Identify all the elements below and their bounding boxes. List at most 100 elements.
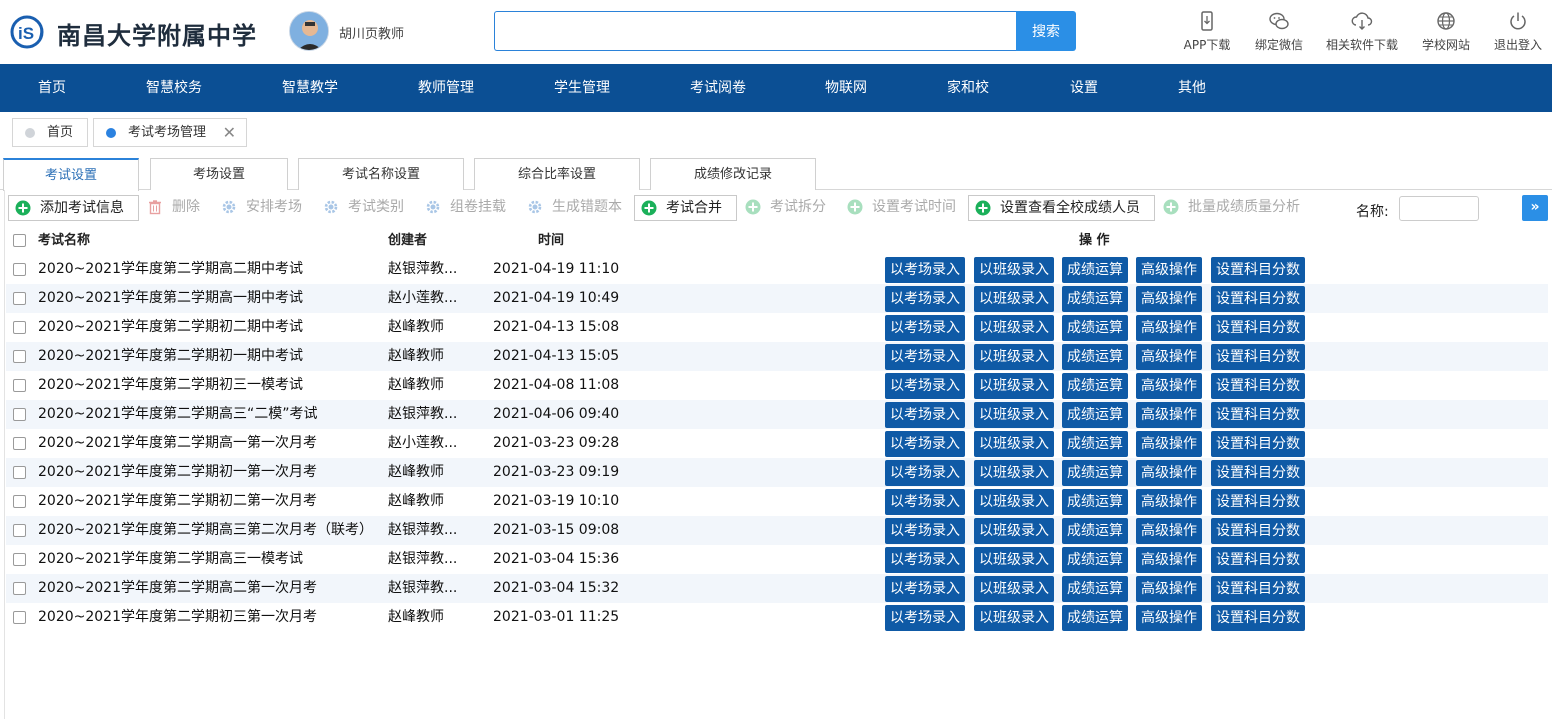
split-exam-button[interactable]: 考试拆分 (739, 195, 835, 221)
row-checkbox[interactable] (13, 437, 26, 450)
enter-by-room-button[interactable]: 以考场录入 (885, 344, 965, 370)
enter-by-room-button[interactable]: 以考场录入 (885, 576, 965, 602)
expand-button[interactable]: » (1522, 195, 1548, 221)
row-checkbox[interactable] (13, 350, 26, 363)
set-subject-score-button[interactable]: 设置科目分数 (1211, 489, 1305, 515)
row-checkbox[interactable] (13, 553, 26, 566)
advanced-ops-button[interactable]: 高级操作 (1136, 373, 1202, 399)
set-viewers-button[interactable]: 设置查看全校成绩人员 (968, 195, 1155, 221)
advanced-ops-button[interactable]: 高级操作 (1136, 518, 1202, 544)
enter-by-room-button[interactable]: 以考场录入 (885, 402, 965, 428)
batch-analysis-button[interactable]: 批量成绩质量分析 (1157, 195, 1313, 221)
name-filter-input[interactable] (1399, 196, 1479, 221)
set-subject-score-button[interactable]: 设置科目分数 (1211, 373, 1305, 399)
paper-mount-button[interactable]: 组卷挂载 (419, 195, 515, 221)
set-subject-score-button[interactable]: 设置科目分数 (1211, 315, 1305, 341)
score-compute-button[interactable]: 成绩运算 (1062, 431, 1128, 457)
delete-button[interactable]: 删除 (141, 195, 205, 221)
set-subject-score-button[interactable]: 设置科目分数 (1211, 344, 1305, 370)
tab-score-change-log[interactable]: 成绩修改记录 (650, 158, 816, 190)
set-exam-time-button[interactable]: 设置考试时间 (841, 195, 965, 221)
crumb-home[interactable]: 首页 (12, 118, 88, 147)
enter-by-class-button[interactable]: 以班级录入 (974, 518, 1054, 544)
score-compute-button[interactable]: 成绩运算 (1062, 315, 1128, 341)
row-checkbox[interactable] (13, 408, 26, 421)
row-checkbox[interactable] (13, 466, 26, 479)
enter-by-class-button[interactable]: 以班级录入 (974, 373, 1054, 399)
enter-by-class-button[interactable]: 以班级录入 (974, 315, 1054, 341)
nav-home-school[interactable]: 家和校 (938, 64, 998, 112)
enter-by-room-button[interactable]: 以考场录入 (885, 373, 965, 399)
set-subject-score-button[interactable]: 设置科目分数 (1211, 286, 1305, 312)
score-compute-button[interactable]: 成绩运算 (1062, 489, 1128, 515)
close-icon[interactable]: ✕ (223, 119, 236, 146)
enter-by-class-button[interactable]: 以班级录入 (974, 547, 1054, 573)
enter-by-room-button[interactable]: 以考场录入 (885, 489, 965, 515)
app-download-link[interactable]: APP下载 (1181, 10, 1233, 54)
arrange-room-button[interactable]: 安排考场 (215, 195, 311, 221)
enter-by-class-button[interactable]: 以班级录入 (974, 257, 1054, 283)
advanced-ops-button[interactable]: 高级操作 (1136, 605, 1202, 631)
set-subject-score-button[interactable]: 设置科目分数 (1211, 518, 1305, 544)
add-exam-button[interactable]: 添加考试信息 (8, 195, 139, 221)
tab-exam-name-settings[interactable]: 考试名称设置 (298, 158, 464, 190)
enter-by-class-button[interactable]: 以班级录入 (974, 402, 1054, 428)
teacher-name[interactable]: 胡川页教师 (339, 23, 404, 42)
nav-settings[interactable]: 设置 (1060, 64, 1108, 112)
enter-by-room-button[interactable]: 以考场录入 (885, 431, 965, 457)
advanced-ops-button[interactable]: 高级操作 (1136, 460, 1202, 486)
row-checkbox[interactable] (13, 379, 26, 392)
tab-room-settings[interactable]: 考场设置 (150, 158, 288, 190)
enter-by-class-button[interactable]: 以班级录入 (974, 344, 1054, 370)
avatar[interactable] (289, 11, 329, 51)
advanced-ops-button[interactable]: 高级操作 (1136, 547, 1202, 573)
advanced-ops-button[interactable]: 高级操作 (1136, 344, 1202, 370)
enter-by-class-button[interactable]: 以班级录入 (974, 286, 1054, 312)
score-compute-button[interactable]: 成绩运算 (1062, 518, 1128, 544)
row-checkbox[interactable] (13, 524, 26, 537)
software-download-link[interactable]: 相关软件下载 (1324, 10, 1400, 54)
score-compute-button[interactable]: 成绩运算 (1062, 344, 1128, 370)
set-subject-score-button[interactable]: 设置科目分数 (1211, 402, 1305, 428)
advanced-ops-button[interactable]: 高级操作 (1136, 431, 1202, 457)
advanced-ops-button[interactable]: 高级操作 (1136, 402, 1202, 428)
nav-smart-teaching[interactable]: 智慧教学 (274, 64, 346, 112)
enter-by-class-button[interactable]: 以班级录入 (974, 431, 1054, 457)
score-compute-button[interactable]: 成绩运算 (1062, 373, 1128, 399)
enter-by-room-button[interactable]: 以考场录入 (885, 605, 965, 631)
set-subject-score-button[interactable]: 设置科目分数 (1211, 431, 1305, 457)
nav-other[interactable]: 其他 (1168, 64, 1216, 112)
nav-student-management[interactable]: 学生管理 (546, 64, 618, 112)
score-compute-button[interactable]: 成绩运算 (1062, 547, 1128, 573)
enter-by-room-button[interactable]: 以考场录入 (885, 518, 965, 544)
search-input[interactable] (494, 11, 1016, 51)
nav-home[interactable]: 首页 (22, 64, 82, 112)
advanced-ops-button[interactable]: 高级操作 (1136, 257, 1202, 283)
row-checkbox[interactable] (13, 582, 26, 595)
row-checkbox[interactable] (13, 321, 26, 334)
score-compute-button[interactable]: 成绩运算 (1062, 576, 1128, 602)
search-button[interactable]: 搜索 (1016, 11, 1076, 51)
nav-smart-campus[interactable]: 智慧校务 (138, 64, 210, 112)
set-subject-score-button[interactable]: 设置科目分数 (1211, 257, 1305, 283)
advanced-ops-button[interactable]: 高级操作 (1136, 286, 1202, 312)
school-website-link[interactable]: 学校网站 (1420, 10, 1472, 54)
enter-by-room-button[interactable]: 以考场录入 (885, 460, 965, 486)
score-compute-button[interactable]: 成绩运算 (1062, 460, 1128, 486)
enter-by-room-button[interactable]: 以考场录入 (885, 547, 965, 573)
enter-by-class-button[interactable]: 以班级录入 (974, 576, 1054, 602)
row-checkbox[interactable] (13, 292, 26, 305)
advanced-ops-button[interactable]: 高级操作 (1136, 576, 1202, 602)
advanced-ops-button[interactable]: 高级操作 (1136, 489, 1202, 515)
score-compute-button[interactable]: 成绩运算 (1062, 402, 1128, 428)
tab-exam-settings[interactable]: 考试设置 (3, 158, 139, 191)
enter-by-room-button[interactable]: 以考场录入 (885, 315, 965, 341)
nav-exam-marking[interactable]: 考试阅卷 (682, 64, 754, 112)
enter-by-class-button[interactable]: 以班级录入 (974, 605, 1054, 631)
nav-iot[interactable]: 物联网 (816, 64, 876, 112)
score-compute-button[interactable]: 成绩运算 (1062, 286, 1128, 312)
enter-by-room-button[interactable]: 以考场录入 (885, 257, 965, 283)
advanced-ops-button[interactable]: 高级操作 (1136, 315, 1202, 341)
logout-link[interactable]: 退出登入 (1492, 10, 1544, 54)
score-compute-button[interactable]: 成绩运算 (1062, 257, 1128, 283)
